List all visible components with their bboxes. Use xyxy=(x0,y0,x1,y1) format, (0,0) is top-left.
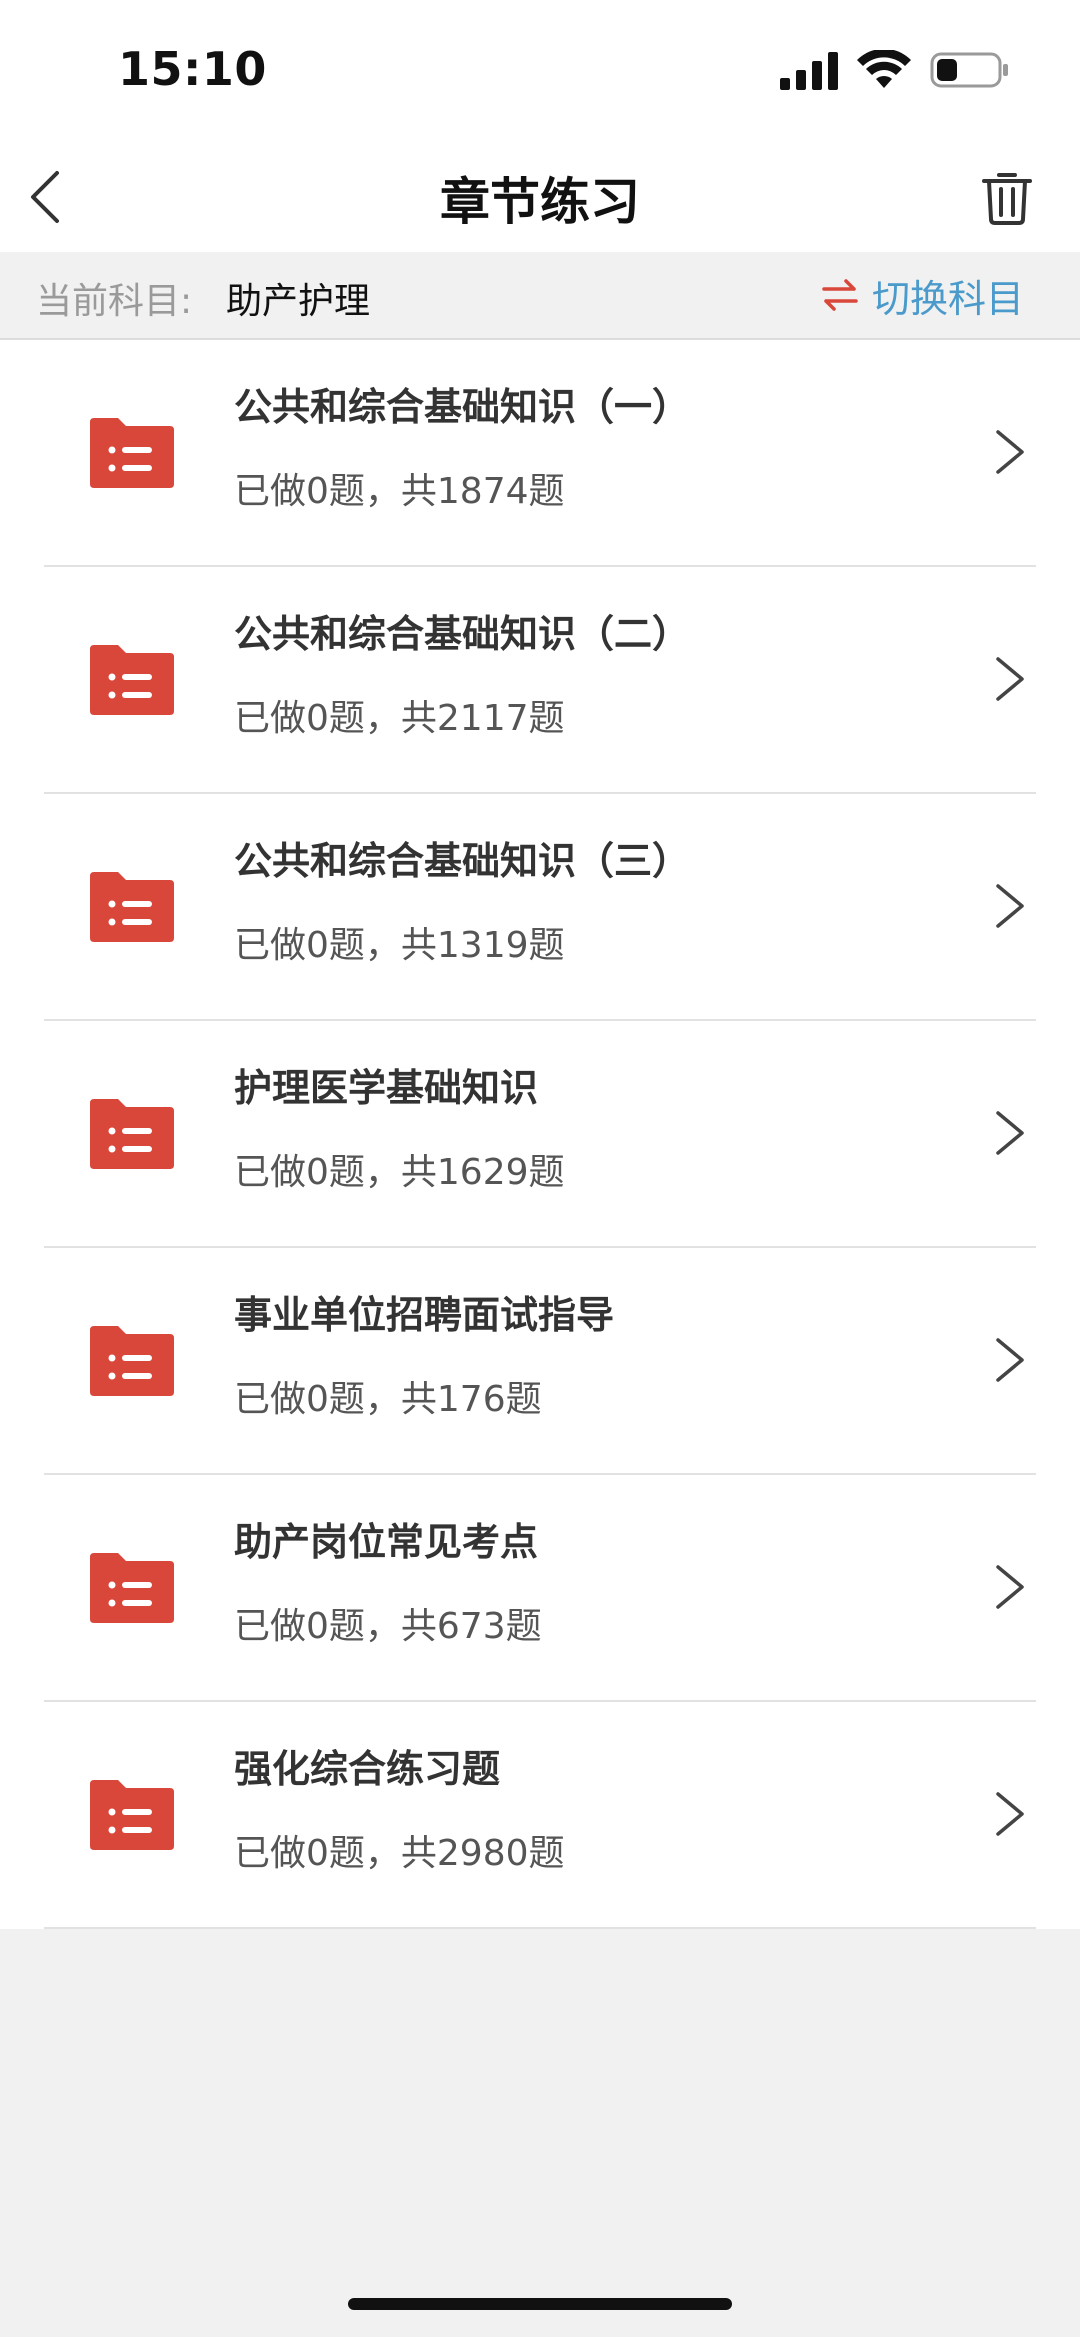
chapter-item[interactable]: 助产岗位常见考点 已做0题，共673题 xyxy=(44,1475,1036,1702)
chapter-title: 护理医学基础知识 xyxy=(234,1066,539,1110)
status-icons xyxy=(780,48,1010,92)
chapter-item[interactable]: 事业单位招聘面试指导 已做0题，共176题 xyxy=(44,1248,1036,1475)
chevron-right-icon xyxy=(996,1111,1024,1155)
chevron-right-icon xyxy=(996,1792,1024,1836)
chapter-count: 已做0题，共1319题 xyxy=(234,925,565,966)
delete-button[interactable] xyxy=(972,162,1042,232)
folder-list-icon xyxy=(90,1099,174,1169)
chevron-right-icon xyxy=(996,1565,1024,1609)
chapter-list: 公共和综合基础知识（一） 已做0题，共1874题 公共和综合基础知识（二） 已做… xyxy=(0,340,1080,1929)
chapter-title: 公共和综合基础知识（一） xyxy=(234,385,691,429)
folder-list-icon xyxy=(90,1326,174,1396)
subject-label: 当前科目: xyxy=(36,281,193,322)
switch-subject-label: 切换科目 xyxy=(871,276,1024,321)
signal-icon xyxy=(780,52,838,90)
chevron-right-icon xyxy=(996,657,1024,701)
battery-icon xyxy=(930,52,1008,88)
chapter-count: 已做0题，共176题 xyxy=(234,1379,542,1420)
chapter-title: 事业单位招聘面试指导 xyxy=(234,1293,615,1337)
folder-list-icon xyxy=(90,418,174,488)
switch-subject-button[interactable]: 切换科目 xyxy=(820,266,1024,324)
chapter-item[interactable]: 公共和综合基础知识（二） 已做0题，共2117题 xyxy=(44,567,1036,794)
trash-icon xyxy=(982,173,1032,225)
chapter-title: 助产岗位常见考点 xyxy=(234,1520,539,1564)
chevron-right-icon xyxy=(996,1338,1024,1382)
home-indicator[interactable] xyxy=(348,2298,732,2310)
chapter-count: 已做0题，共2980题 xyxy=(234,1833,565,1874)
status-time: 15:10 xyxy=(118,42,267,96)
chevron-right-icon xyxy=(996,884,1024,928)
folder-list-icon xyxy=(90,1780,174,1850)
chapter-title: 公共和综合基础知识（二） xyxy=(234,612,691,656)
nav-bar: 章节练习 xyxy=(0,140,1080,252)
chapter-title: 公共和综合基础知识（三） xyxy=(234,839,691,883)
chapter-item[interactable]: 公共和综合基础知识（一） 已做0题，共1874题 xyxy=(44,340,1036,567)
page-title: 章节练习 xyxy=(440,173,640,231)
status-bar: 15:10 xyxy=(0,0,1080,140)
chapter-count: 已做0题，共2117题 xyxy=(234,698,565,739)
folder-list-icon xyxy=(90,1553,174,1623)
chapter-count: 已做0题，共1874题 xyxy=(234,471,565,512)
wifi-icon xyxy=(857,50,911,88)
chapter-item[interactable]: 强化综合练习题 已做0题，共2980题 xyxy=(44,1702,1036,1929)
chapter-title: 强化综合练习题 xyxy=(234,1747,501,1791)
folder-list-icon xyxy=(90,872,174,942)
chapter-count: 已做0题，共673题 xyxy=(234,1606,542,1647)
subject-bar: 当前科目: 助产护理 切换科目 xyxy=(0,252,1080,340)
folder-list-icon xyxy=(90,645,174,715)
switch-arrows-icon xyxy=(822,279,858,311)
chevron-right-icon xyxy=(996,430,1024,474)
current-subject: 助产护理 xyxy=(226,281,371,322)
chapter-count: 已做0题，共1629题 xyxy=(234,1152,565,1193)
chapter-item[interactable]: 护理医学基础知识 已做0题，共1629题 xyxy=(44,1021,1036,1248)
chapter-item[interactable]: 公共和综合基础知识（三） 已做0题，共1319题 xyxy=(44,794,1036,1021)
